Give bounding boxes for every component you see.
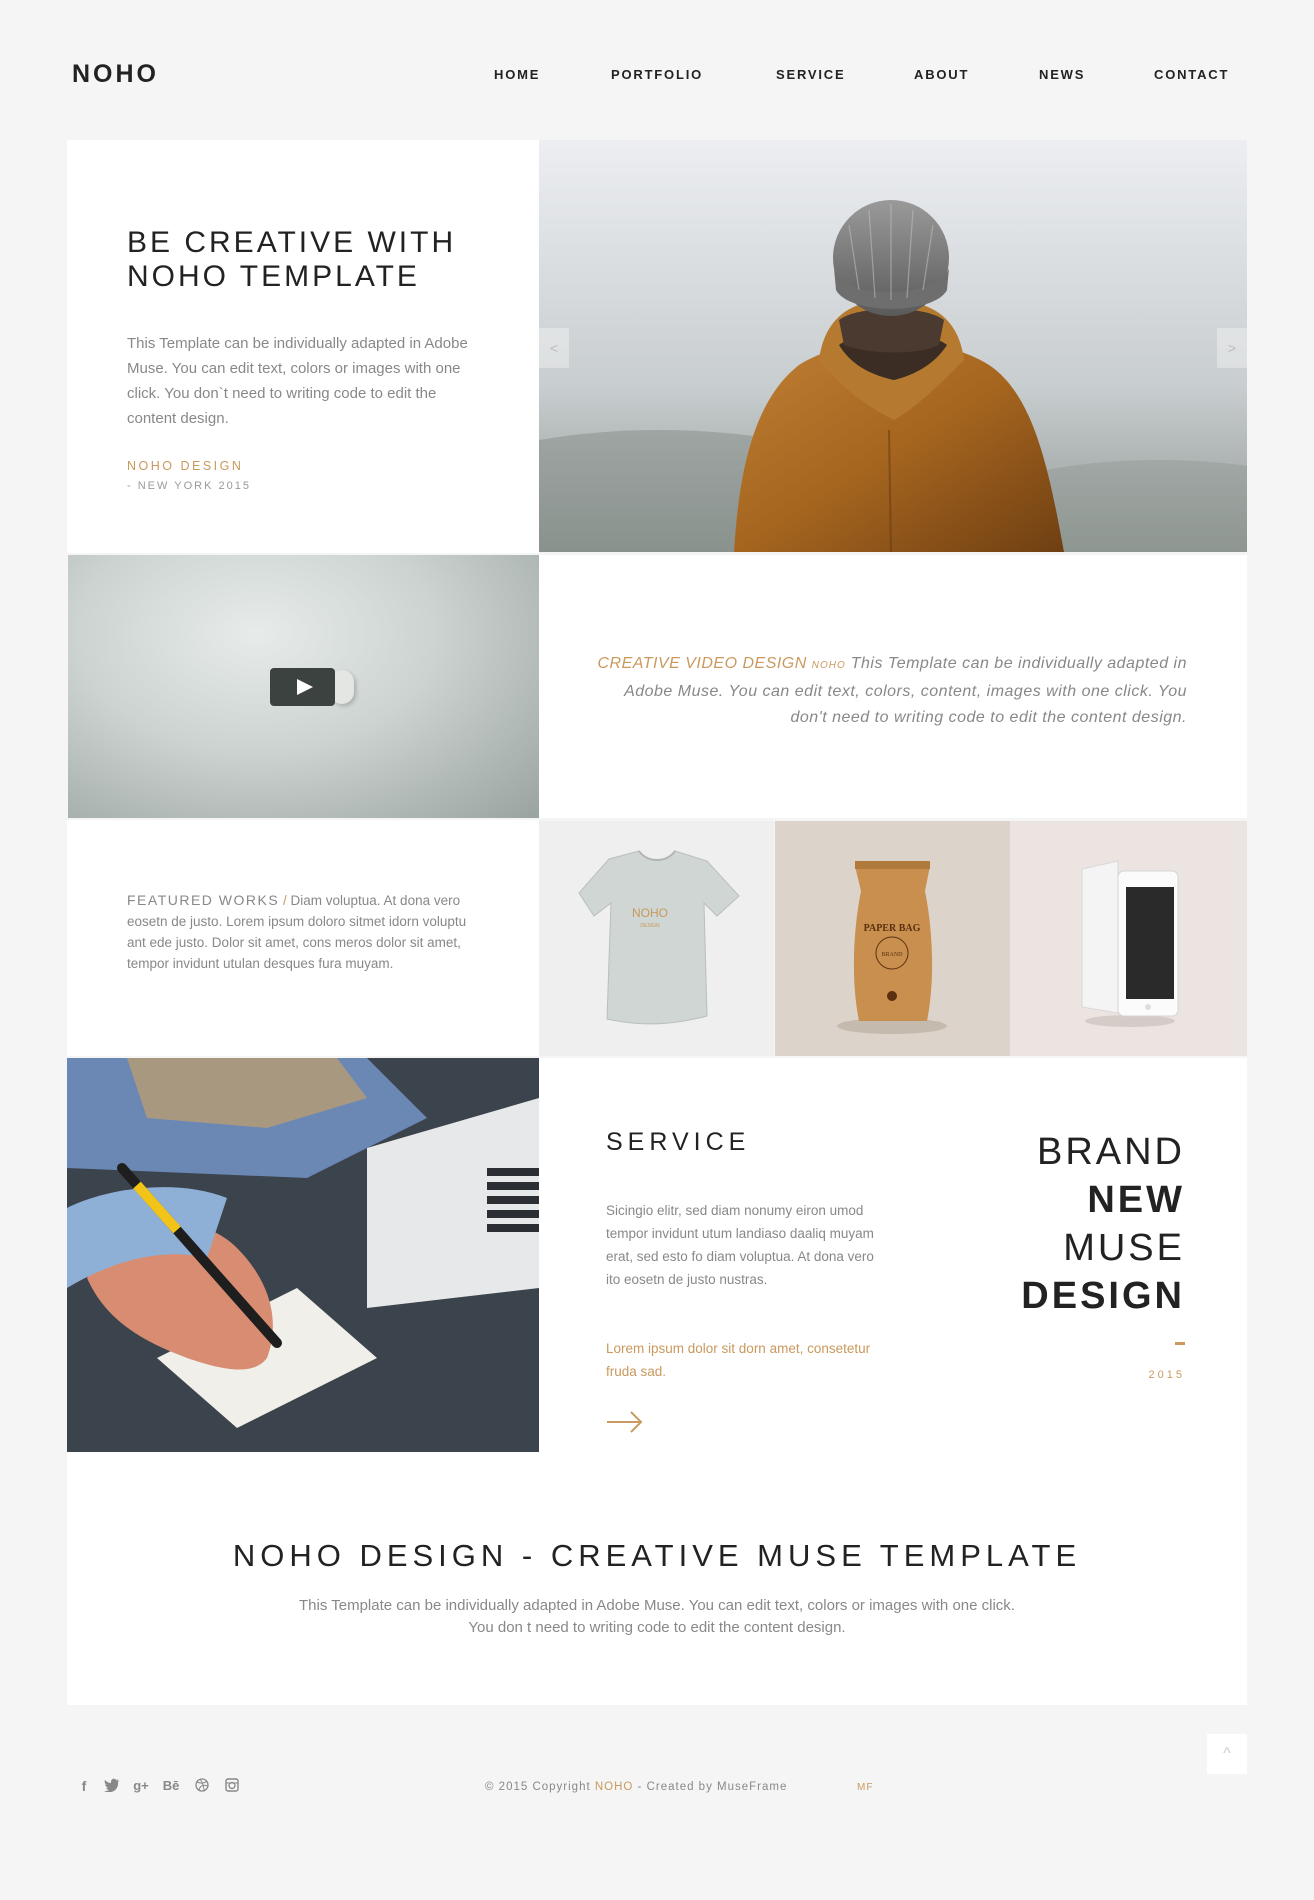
- service-description: Sicingio elitr, sed diam nonumy eiron um…: [606, 1203, 874, 1287]
- nav-news[interactable]: NEWS: [1039, 67, 1085, 82]
- paper-bag-mockup-image: PAPER BAG BRAND: [837, 861, 947, 1034]
- tshirt-mockup-image: NOHO DESIGN: [578, 850, 740, 1025]
- brand-headline: BRAND NEW MUSE DESIGN: [1021, 1128, 1185, 1320]
- nav-home[interactable]: HOME: [494, 67, 540, 82]
- hero-slider-image: < >: [539, 140, 1247, 552]
- service-panel: SERVICE Sicingio elitr, sed diam nonumy …: [539, 1058, 1247, 1452]
- intro-title: NOHO DESIGN - CREATIVE MUSE TEMPLATE: [232, 1538, 1082, 1573]
- hero-signature: NOHO DESIGN: [127, 459, 244, 473]
- slider-next-button[interactable]: >: [1217, 328, 1247, 368]
- google-plus-icon[interactable]: g+: [131, 1778, 151, 1798]
- hero-title-line2: NOHO TEMPLATE: [127, 260, 420, 293]
- hero-text-panel: BE CREATIVE WITH NOHO TEMPLATE This Temp…: [67, 140, 539, 553]
- instagram-icon[interactable]: [222, 1778, 242, 1798]
- facebook-icon[interactable]: f: [74, 1778, 94, 1798]
- nav-portfolio[interactable]: PORTFOLIO: [611, 67, 703, 82]
- service-accent-text: Lorem ipsum dolor sit dorn amet, consete…: [606, 1341, 871, 1379]
- dribbble-icon[interactable]: [192, 1778, 212, 1798]
- video-accent-label: CREATIVE VIDEO DESIGN: [597, 655, 807, 672]
- paper-bag-brand: BRAND: [881, 952, 903, 958]
- featured-works-panel: FEATURED WORKS / Diam voluptua. At dona …: [67, 820, 539, 1056]
- hero-title-line1: BE CREATIVE WITH: [127, 226, 457, 259]
- portfolio-item-tablet[interactable]: [1010, 821, 1247, 1056]
- nav-about[interactable]: ABOUT: [914, 67, 969, 82]
- copyright-prefix: © 2015 Copyright: [485, 1781, 595, 1793]
- brand-line-2: NEW: [1087, 1179, 1185, 1221]
- hero-description: This Template can be individually adapte…: [127, 335, 468, 427]
- person-in-hood-illustration: [539, 140, 1247, 552]
- brand-divider: [1175, 1342, 1185, 1345]
- back-to-top-button[interactable]: ^: [1207, 1734, 1247, 1774]
- twitter-icon[interactable]: [102, 1778, 122, 1798]
- service-title: SERVICE: [606, 1128, 751, 1156]
- portfolio-item-paper-bag[interactable]: PAPER BAG BRAND: [775, 821, 1010, 1056]
- main-nav: HOME PORTFOLIO SERVICE ABOUT NEWS CONTAC…: [0, 67, 1314, 87]
- brand-line-4: DESIGN: [1021, 1275, 1185, 1317]
- paper-bag-label: PAPER BAG: [864, 923, 921, 934]
- intro-panel: NOHO DESIGN - CREATIVE MUSE TEMPLATE Thi…: [67, 1452, 1247, 1705]
- hero-title: BE CREATIVE WITH NOHO TEMPLATE: [127, 226, 456, 294]
- tablet-mockup-image: [1081, 860, 1179, 1027]
- play-button[interactable]: [270, 668, 335, 706]
- museframe-logo[interactable]: MF: [857, 1782, 873, 1793]
- brand-year: 2015: [1148, 1369, 1185, 1381]
- brand-line-3: MUSE: [1063, 1227, 1185, 1269]
- nav-service[interactable]: SERVICE: [776, 67, 845, 82]
- hero-signature-location: - NEW YORK 2015: [127, 480, 251, 492]
- featured-works-text: FEATURED WORKS / Diam voluptua. At dona …: [127, 890, 477, 974]
- tshirt-logo-text: NOHO: [632, 906, 668, 920]
- copyright-brand-link[interactable]: NOHO: [595, 1781, 634, 1793]
- portfolio-item-tshirt[interactable]: NOHO DESIGN: [539, 821, 774, 1056]
- video-player[interactable]: [68, 555, 539, 818]
- intro-description: This Template can be individually adapte…: [299, 1597, 1015, 1636]
- slider-prev-button[interactable]: <: [539, 328, 569, 368]
- service-image: [67, 1058, 539, 1452]
- featured-works-slash: /: [282, 893, 287, 908]
- video-description-panel: CREATIVE VIDEO DESIGN NOHO This Template…: [539, 555, 1247, 818]
- footer-copyright: © 2015 Copyright NOHO - Created by MuseF…: [485, 1781, 787, 1793]
- brand-line-1: BRAND: [1036, 1131, 1185, 1173]
- featured-works-label: FEATURED WORKS: [127, 892, 280, 908]
- arrow-right-icon[interactable]: [606, 1411, 644, 1433]
- hand-writing-illustration: [67, 1058, 539, 1452]
- video-description: CREATIVE VIDEO DESIGN NOHO This Template…: [587, 651, 1187, 731]
- tshirt-logo-sub: DESIGN: [640, 923, 660, 929]
- nav-contact[interactable]: CONTACT: [1154, 67, 1229, 82]
- video-brand-small: NOHO: [811, 660, 846, 671]
- behance-icon[interactable]: Bē: [161, 1778, 181, 1798]
- copyright-suffix: - Created by MuseFrame: [633, 1781, 788, 1793]
